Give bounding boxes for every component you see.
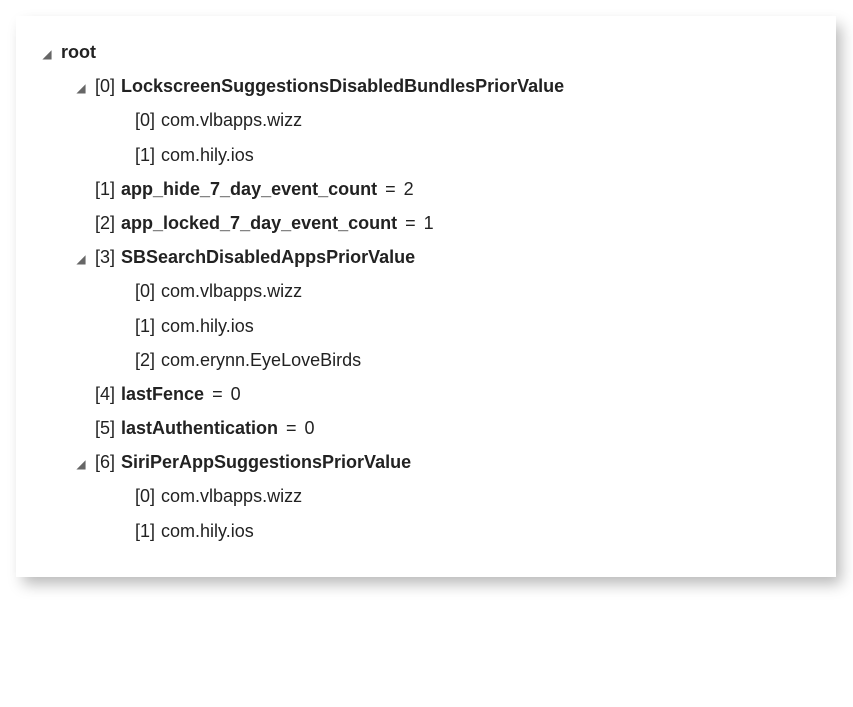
node-index: [5] bbox=[95, 411, 115, 445]
node-key: lastFence bbox=[121, 377, 204, 411]
node-key: lastAuthentication bbox=[121, 411, 278, 445]
node-value: 1 bbox=[424, 206, 434, 240]
leaf-value: com.erynn.EyeLoveBirds bbox=[161, 343, 361, 377]
equals-sign: = bbox=[405, 206, 416, 240]
leaf-value: com.vlbapps.wizz bbox=[161, 479, 302, 513]
chevron-down-icon[interactable]: ◢ bbox=[73, 77, 89, 100]
leaf-value: com.hily.ios bbox=[161, 309, 254, 343]
leaf-value: com.vlbapps.wizz bbox=[161, 274, 302, 308]
tree-leaf[interactable]: [2] com.erynn.EyeLoveBirds bbox=[39, 343, 813, 377]
root-label: root bbox=[61, 35, 96, 69]
tree-node-siri-perapp[interactable]: ◢ [6] SiriPerAppSuggestionsPriorValue bbox=[39, 445, 813, 479]
tree-panel: ◢ root ◢ [0] LockscreenSuggestionsDisabl… bbox=[16, 16, 836, 577]
node-key: app_locked_7_day_event_count bbox=[121, 206, 397, 240]
node-index: [2] bbox=[95, 206, 115, 240]
leaf-index: [1] bbox=[135, 309, 155, 343]
node-key: app_hide_7_day_event_count bbox=[121, 172, 377, 206]
node-value: 0 bbox=[231, 377, 241, 411]
tree-node-lastfence[interactable]: [4] lastFence = 0 bbox=[39, 377, 813, 411]
tree-node-app-hide-count[interactable]: [1] app_hide_7_day_event_count = 2 bbox=[39, 172, 813, 206]
tree-node-lastauth[interactable]: [5] lastAuthentication = 0 bbox=[39, 411, 813, 445]
node-key: LockscreenSuggestionsDisabledBundlesPrio… bbox=[121, 69, 564, 103]
tree-root-row[interactable]: ◢ root bbox=[39, 35, 813, 69]
tree-node-app-locked-count[interactable]: [2] app_locked_7_day_event_count = 1 bbox=[39, 206, 813, 240]
leaf-index: [0] bbox=[135, 103, 155, 137]
chevron-down-icon[interactable]: ◢ bbox=[39, 43, 55, 66]
leaf-value: com.vlbapps.wizz bbox=[161, 103, 302, 137]
node-index: [3] bbox=[95, 240, 115, 274]
node-index: [1] bbox=[95, 172, 115, 206]
leaf-index: [2] bbox=[135, 343, 155, 377]
leaf-index: [0] bbox=[135, 274, 155, 308]
tree-leaf[interactable]: [1] com.hily.ios bbox=[39, 138, 813, 172]
equals-sign: = bbox=[286, 411, 297, 445]
equals-sign: = bbox=[385, 172, 396, 206]
equals-sign: = bbox=[212, 377, 223, 411]
leaf-value: com.hily.ios bbox=[161, 514, 254, 548]
tree-leaf[interactable]: [0] com.vlbapps.wizz bbox=[39, 274, 813, 308]
node-index: [4] bbox=[95, 377, 115, 411]
node-key: SBSearchDisabledAppsPriorValue bbox=[121, 240, 415, 274]
leaf-index: [1] bbox=[135, 138, 155, 172]
tree-leaf[interactable]: [0] com.vlbapps.wizz bbox=[39, 103, 813, 137]
node-value: 2 bbox=[404, 172, 414, 206]
leaf-value: com.hily.ios bbox=[161, 138, 254, 172]
tree-leaf[interactable]: [1] com.hily.ios bbox=[39, 309, 813, 343]
leaf-index: [0] bbox=[135, 479, 155, 513]
tree-node-lockscreen-suggestions[interactable]: ◢ [0] LockscreenSuggestionsDisabledBundl… bbox=[39, 69, 813, 103]
tree-node-sbsearch-disabled[interactable]: ◢ [3] SBSearchDisabledAppsPriorValue bbox=[39, 240, 813, 274]
leaf-index: [1] bbox=[135, 514, 155, 548]
node-index: [6] bbox=[95, 445, 115, 479]
chevron-down-icon[interactable]: ◢ bbox=[73, 248, 89, 271]
chevron-down-icon[interactable]: ◢ bbox=[73, 453, 89, 476]
node-key: SiriPerAppSuggestionsPriorValue bbox=[121, 445, 411, 479]
node-index: [0] bbox=[95, 69, 115, 103]
tree-leaf[interactable]: [0] com.vlbapps.wizz bbox=[39, 479, 813, 513]
tree-leaf[interactable]: [1] com.hily.ios bbox=[39, 514, 813, 548]
node-value: 0 bbox=[305, 411, 315, 445]
